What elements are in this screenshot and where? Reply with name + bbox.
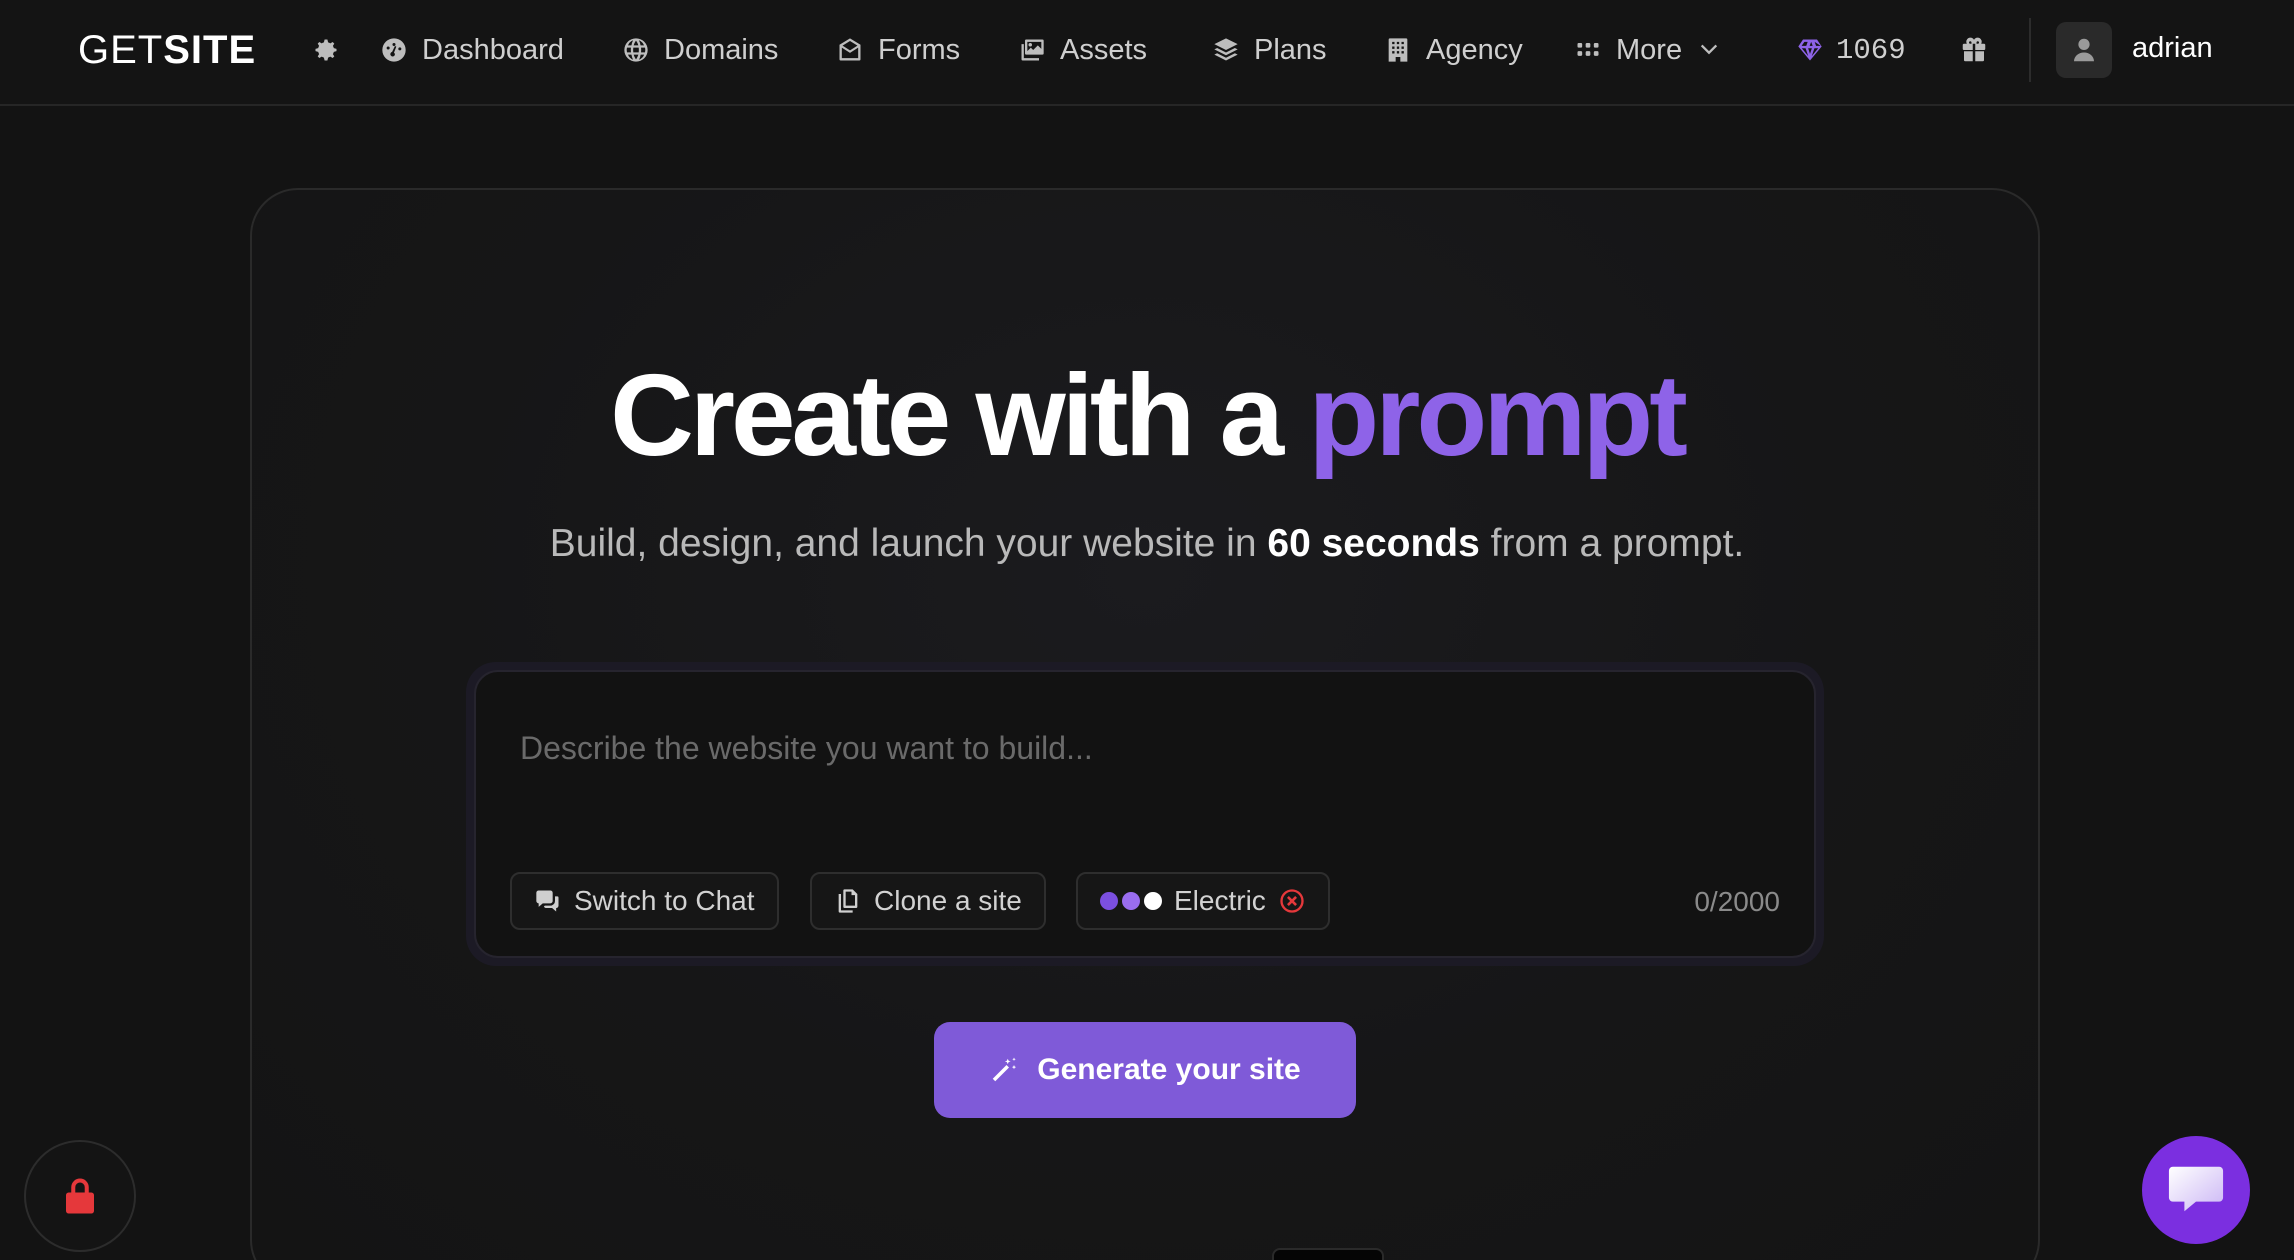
envelope-open-icon	[839, 38, 861, 61]
theme-swatches	[1100, 892, 1162, 910]
gem-icon	[1798, 39, 1822, 61]
support-chat-button[interactable]	[2142, 1136, 2250, 1244]
grid-dots-icon	[1577, 43, 1599, 56]
nav-forms[interactable]: Forms	[836, 28, 960, 72]
nav-dashboard[interactable]: Dashboard	[380, 28, 564, 72]
hero-title-main: Create with a	[610, 350, 1284, 480]
chat-bubbles-icon	[536, 890, 559, 912]
swatch-dot	[1100, 892, 1118, 910]
clone-site-button[interactable]: Clone a site	[810, 872, 1046, 930]
lock-button[interactable]	[24, 1140, 136, 1252]
prompt-box: Switch to Chat Clone a site Electric 0/2…	[466, 662, 1824, 966]
hero-subtitle-bold: 60 seconds	[1267, 522, 1480, 565]
hero-subtitle-pre: Build, design, and launch your website i…	[549, 522, 1257, 565]
hero-subtitle-post: from a prompt.	[1490, 522, 1745, 565]
gear-icon[interactable]	[310, 34, 342, 66]
nav-divider	[2029, 18, 2031, 82]
nav-label: Plans	[1254, 33, 1327, 66]
char-counter: 0/2000	[1694, 886, 1780, 917]
chevron-down-icon	[1700, 44, 1718, 55]
getsite-logo[interactable]: GETSITE	[78, 28, 256, 73]
hero-title: Create with a prompt	[0, 348, 2294, 482]
magic-wand-icon	[993, 1057, 1017, 1082]
username[interactable]: adrian	[2132, 32, 2213, 65]
gift-icon[interactable]	[1956, 32, 1992, 68]
generate-label: Generate your site	[1037, 1053, 1301, 1086]
hero-title-accent: prompt	[1308, 350, 1687, 480]
theme-label: Electric	[1174, 885, 1266, 916]
gem-count: 1069	[1836, 33, 1906, 67]
nav-label: Assets	[1060, 33, 1148, 66]
generate-site-button[interactable]: Generate your site	[934, 1022, 1356, 1118]
images-icon	[1021, 39, 1044, 61]
dashboard-gauge-icon	[382, 38, 406, 62]
user-icon	[2074, 38, 2094, 62]
lock-icon	[66, 1178, 94, 1214]
hero-subtitle: Build, design, and launch your website i…	[0, 522, 2294, 566]
theme-chip-electric[interactable]: Electric	[1076, 872, 1330, 930]
logo-text-light: GET	[78, 28, 164, 72]
nav-label: Dashboard	[422, 33, 564, 66]
copy-icon	[838, 889, 858, 913]
building-icon	[1388, 38, 1408, 62]
logo-text-bold: SITE	[163, 28, 257, 72]
clone-site-label: Clone a site	[874, 885, 1022, 916]
gem-balance[interactable]: 1069	[1796, 30, 1906, 70]
swatch-dot	[1144, 892, 1162, 910]
nav-plans[interactable]: Plans	[1212, 28, 1327, 72]
avatar[interactable]	[2056, 22, 2112, 78]
nav-domains[interactable]: Domains	[622, 28, 778, 72]
top-navbar: GETSITE Dashboard Domains Forms Assets P…	[0, 0, 2294, 106]
swatch-dot	[1122, 892, 1140, 910]
nav-assets[interactable]: Assets	[1018, 28, 1147, 72]
nav-agency[interactable]: Agency	[1384, 28, 1523, 72]
bottom-edge-tab[interactable]	[1272, 1248, 1384, 1260]
layers-icon	[1214, 38, 1238, 61]
nav-label: More	[1616, 33, 1683, 66]
nav-label: Domains	[664, 33, 779, 66]
switch-to-chat-button[interactable]: Switch to Chat	[510, 872, 779, 930]
nav-more-dropdown[interactable]: More	[1574, 28, 1722, 72]
nav-label: Agency	[1426, 33, 1523, 66]
switch-to-chat-label: Switch to Chat	[574, 885, 755, 916]
remove-theme-icon[interactable]	[1278, 887, 1306, 915]
chat-message-icon	[2168, 1166, 2224, 1212]
nav-label: Forms	[878, 33, 961, 66]
prompt-input[interactable]	[520, 718, 1760, 778]
prompt-box-inner: Switch to Chat Clone a site Electric 0/2…	[474, 670, 1816, 958]
globe-icon	[624, 38, 648, 62]
